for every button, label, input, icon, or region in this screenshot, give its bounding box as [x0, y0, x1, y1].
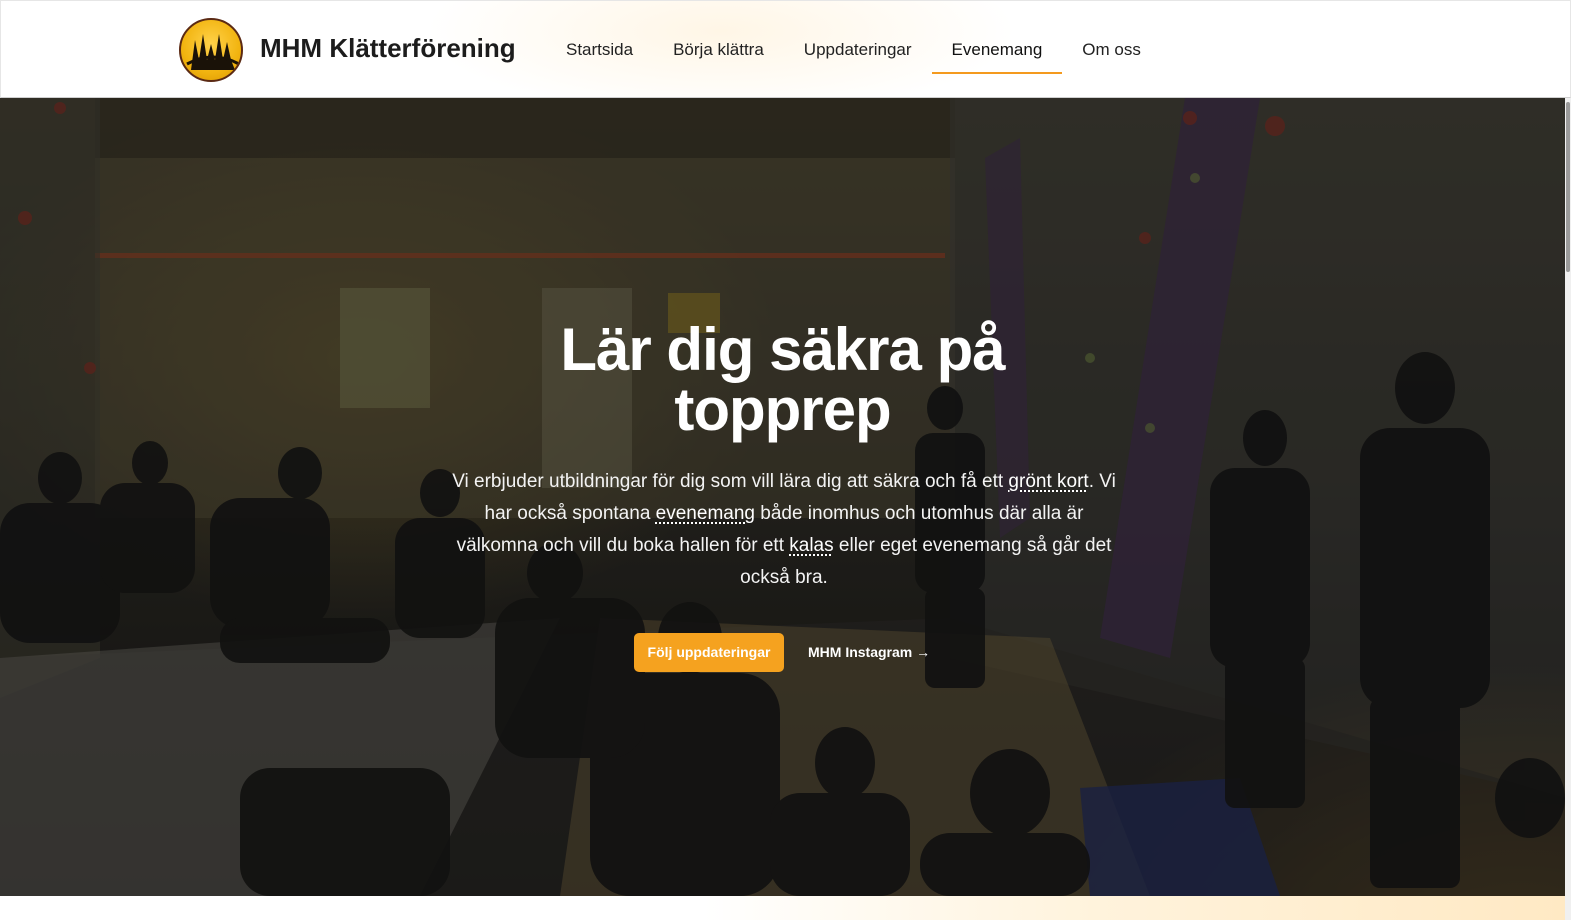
- hero-description: Vi erbjuder utbildningar för dig som vil…: [445, 466, 1123, 594]
- nav-item-om-oss[interactable]: Om oss: [1062, 1, 1161, 99]
- nav-item-uppdateringar[interactable]: Uppdateringar: [784, 1, 932, 99]
- nav-item-evenemang[interactable]: Evenemang: [931, 1, 1063, 99]
- gront-kort-link[interactable]: grönt kort: [1008, 471, 1088, 492]
- hero-title-line2: topprep: [674, 376, 891, 443]
- nav-item-borja-klattra[interactable]: Börja klättra: [653, 1, 784, 99]
- hero-title-line1: Lär dig säkra på: [560, 316, 1005, 383]
- main-nav: Startsida Börja klättra Uppdateringar Ev…: [546, 1, 1161, 99]
- hero-section: Lär dig säkra på topprep Vi erbjuder utb…: [0, 98, 1565, 896]
- hero-title: Lär dig säkra på topprep: [0, 320, 1565, 440]
- site-header: MHM Klätterförening Startsida Börja klät…: [0, 0, 1571, 98]
- mhm-logo-icon[interactable]: [179, 18, 243, 82]
- scrollbar-thumb[interactable]: [1566, 102, 1570, 272]
- follow-updates-button[interactable]: Följ uppdateringar: [634, 633, 784, 672]
- kalas-link[interactable]: kalas: [789, 535, 833, 556]
- evenemang-link[interactable]: evenemang: [656, 503, 755, 524]
- instagram-link[interactable]: MHM Instagram →: [808, 633, 930, 672]
- page-scrollbar[interactable]: [1565, 98, 1571, 920]
- next-section-edge: [0, 896, 1565, 920]
- nav-item-startsida[interactable]: Startsida: [546, 1, 653, 99]
- hero-text-part1: Vi erbjuder utbildningar för dig som vil…: [452, 471, 1009, 492]
- brand-name[interactable]: MHM Klätterförening: [260, 33, 516, 64]
